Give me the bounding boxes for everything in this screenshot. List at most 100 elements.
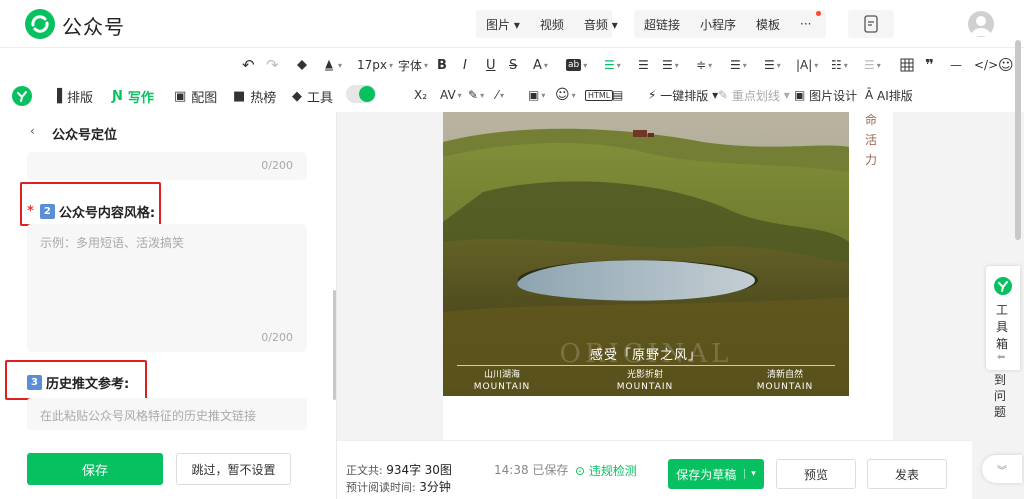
landscape-image[interactable]: ORIGINAL 感受「原野之风」 山川湖海 MOUNTAIN 光影折射 MOUNT…	[443, 112, 849, 396]
menu-video[interactable]: 视频	[530, 16, 574, 33]
code-button[interactable]: </>	[974, 55, 998, 75]
step-number: 3	[27, 375, 42, 390]
tab-layout[interactable]: ▐ 排版	[52, 85, 93, 107]
table-icon[interactable]	[900, 55, 914, 75]
line-height-icon[interactable]: ≑	[696, 55, 712, 75]
clear-format-icon[interactable]	[322, 55, 342, 75]
spacing-after-icon[interactable]: ☰	[764, 55, 781, 75]
notification-dot	[816, 11, 821, 16]
ai-layout-button[interactable]: Ā AI排版	[865, 85, 913, 105]
link-insert-group: 超链接 小程序 模板 ···	[634, 10, 826, 38]
style-label: * 2 公众号内容风格:	[27, 204, 156, 221]
save-button[interactable]: 保存	[27, 453, 163, 485]
save-draft-button[interactable]: 保存为草稿 ▾	[668, 459, 764, 489]
html-button[interactable]: HTML	[585, 85, 614, 105]
tab-write[interactable]: Ɲ 写作	[112, 85, 154, 107]
image-caption: 感受「原野之风」	[589, 348, 702, 363]
positioning-field[interactable]: 0/200	[27, 152, 307, 180]
required-star: *	[27, 204, 34, 219]
indent-icon[interactable]: ☰	[662, 55, 679, 75]
ordered-list-icon[interactable]: ☰	[864, 55, 881, 75]
redo-icon[interactable]: ↷	[266, 55, 279, 75]
editor-footer: 正文共: 934字 30图 预计阅读时间: 3分钟 14:38 已保存 ⊙ 违规…	[337, 440, 972, 499]
image-design-button[interactable]: ▣ 图片设计	[794, 85, 857, 105]
page-scrollbar[interactable]	[1015, 40, 1021, 240]
menu-image[interactable]: 图片 ▾	[476, 16, 530, 33]
briefcase-icon[interactable]: ▤	[612, 85, 623, 105]
highlight-underline-button[interactable]: ✎ 重点划线 ▾	[718, 85, 790, 105]
emoji-icon[interactable]: ☺	[555, 85, 576, 105]
chevron-down-icon[interactable]: ▾	[744, 469, 756, 479]
align-justify-icon[interactable]: ☰	[638, 55, 649, 75]
positioning-panel: ‹ 公众号定位 0/200 * 2 公众号内容风格: 示例：多用短语、活泼搞笑 …	[0, 112, 336, 499]
violation-check-link[interactable]: ⊙ 违规检测	[575, 462, 637, 479]
tab-images[interactable]: ▣ 配图	[174, 85, 217, 107]
read-time: 预计阅读时间: 3分钟	[346, 480, 451, 494]
bullet-list-icon[interactable]: ☷	[831, 55, 848, 75]
image-icon: ▣	[174, 88, 187, 104]
menu-audio[interactable]: 音频 ▾	[574, 16, 628, 33]
undo-icon[interactable]: ↶	[242, 55, 255, 75]
arrow-left-icon: ⬅	[997, 352, 1006, 363]
subscript-button[interactable]: X₂	[414, 85, 427, 105]
menu-mini-program[interactable]: 小程序	[690, 16, 746, 33]
skip-button[interactable]: 跳过，暂不设置	[176, 453, 291, 485]
toolbox-panel[interactable]: 工具箱 ⬅	[986, 266, 1020, 370]
paragraph-spacing-icon[interactable]: ☰	[730, 55, 747, 75]
tab-tools[interactable]: ◆ 工具	[292, 85, 333, 107]
media-insert-group: 图片 ▾ 视频 音频 ▾	[476, 10, 618, 38]
menu-template[interactable]: 模板	[746, 16, 790, 33]
font-size-select[interactable]: 17px	[357, 55, 393, 75]
letter-spacing-button[interactable]: |A|	[796, 55, 818, 75]
quote-button[interactable]: ❞	[925, 55, 934, 75]
preview-button[interactable]: 预览	[776, 459, 856, 489]
align-center-icon[interactable]: ☰	[604, 55, 621, 75]
menu-hyperlink[interactable]: 超链接	[634, 16, 690, 33]
back-icon[interactable]: ‹	[30, 124, 35, 138]
char-counter: 0/200	[261, 159, 293, 172]
faq-link[interactable]: 到问题	[994, 372, 1008, 420]
style-placeholder: 示例：多用短语、活泼搞笑	[40, 236, 185, 250]
panel-title: 公众号定位	[52, 128, 118, 143]
font-color-button[interactable]: A	[533, 55, 548, 75]
ai-write-icon: Ɲ	[112, 88, 123, 104]
cube-icon: ◆	[292, 88, 302, 104]
font-family-select[interactable]: 字体	[398, 55, 428, 75]
caption-column-3: 清新自然 MOUNTAIN	[756, 370, 814, 392]
char-counter: 0/200	[261, 331, 293, 344]
italic-button[interactable]: I	[463, 55, 467, 75]
chevron-down-icon[interactable]: ︾	[982, 455, 1022, 483]
publish-button[interactable]: 发表	[867, 459, 947, 489]
mobile-preview-button[interactable]	[848, 10, 894, 38]
caption-column-2: 光影折射 MOUNTAIN	[616, 370, 674, 392]
strikethrough-button[interactable]: S	[509, 55, 517, 75]
wechat-official-logo-icon[interactable]	[24, 8, 56, 40]
magic-wand-icon[interactable]: ⁄	[496, 85, 504, 105]
character-button[interactable]: AV	[440, 85, 462, 105]
tab-trending[interactable]: ■ 热榜	[233, 85, 276, 107]
bookmark-icon: ■	[233, 88, 246, 104]
bold-button[interactable]: B	[437, 55, 447, 75]
divider-button[interactable]: —	[950, 55, 962, 75]
more-menu-button[interactable]: ···	[790, 17, 821, 31]
assistant-toggle[interactable]	[346, 85, 376, 103]
step-number: 2	[39, 204, 55, 219]
avatar[interactable]	[968, 11, 994, 37]
background-color-button[interactable]: ab	[566, 55, 587, 75]
format-brush-icon[interactable]: ✎	[468, 85, 484, 105]
history-label: 3 历史推文参考:	[27, 373, 129, 392]
caption-divider	[457, 365, 835, 366]
format-toolbar-row-1: ↶ ↷ 17px 字体 B I U S A ab ☰ ☰ ☰ ≑ ☰ ☰ |A|…	[0, 50, 1024, 80]
format-painter-icon[interactable]	[295, 55, 309, 75]
history-link-input[interactable]: 在此粘贴公众号风格特征的历史推文链接	[27, 398, 307, 430]
brand-name: 公众号	[62, 15, 125, 39]
insert-image-icon[interactable]: ▣	[528, 85, 545, 105]
underline-button[interactable]: U	[486, 55, 496, 75]
emoji-button[interactable]: ☺	[998, 55, 1014, 75]
one-click-format-button[interactable]: ⚡ 一键排版 ▾	[648, 85, 718, 105]
phone-icon	[864, 15, 878, 33]
toolbox-label: 工具箱	[996, 303, 1009, 351]
layout-icon: ▐	[52, 88, 62, 104]
assistant-logo-icon[interactable]	[11, 85, 33, 107]
style-textarea[interactable]: 示例：多用短语、活泼搞笑 0/200	[27, 224, 307, 352]
